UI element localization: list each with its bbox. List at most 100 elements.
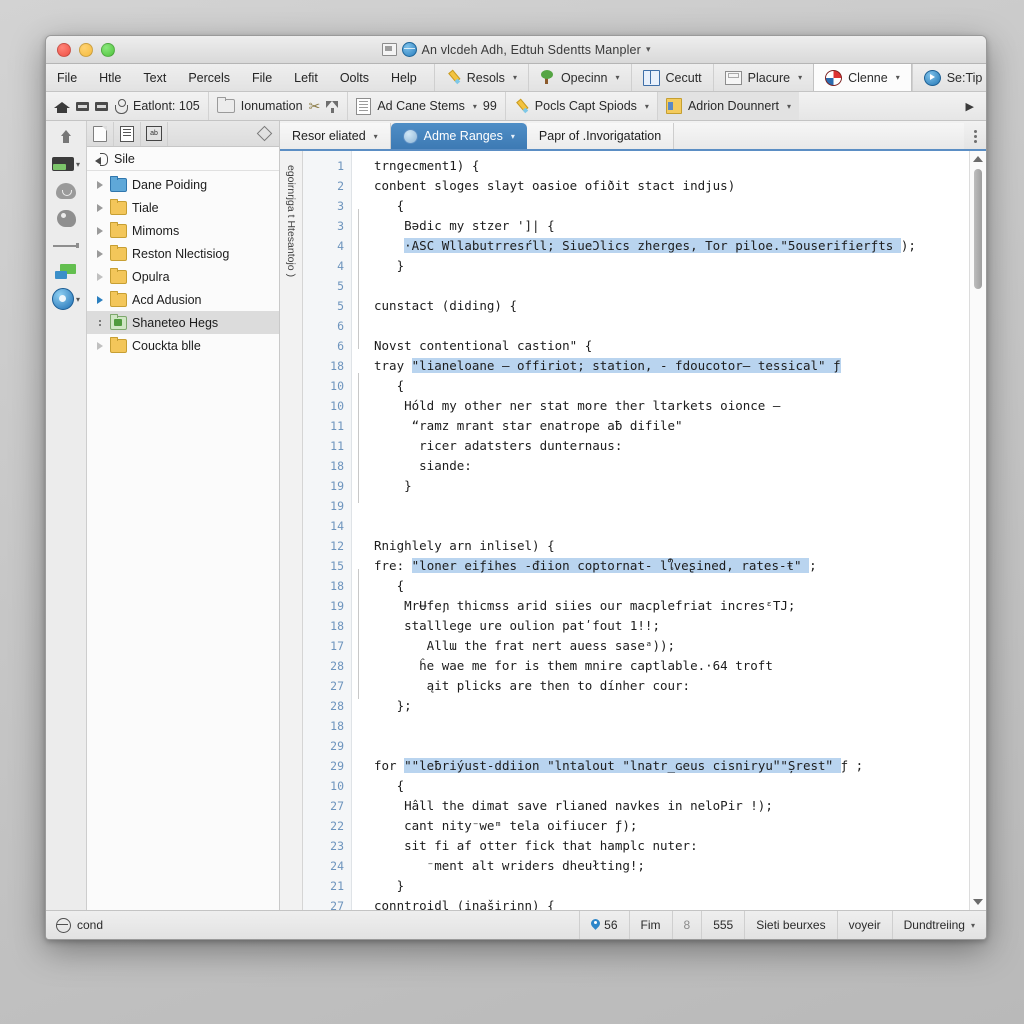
status-cell-count[interactable]: 8 (671, 911, 702, 939)
code-line[interactable]: siande: (366, 456, 969, 476)
tree-item-tiale[interactable]: Tiale (87, 196, 279, 219)
tree-item-mimoms[interactable]: Mimoms (87, 219, 279, 242)
ribbon-button-placure[interactable]: Placure ▾ (712, 64, 813, 91)
code-line[interactable]: { (366, 196, 969, 216)
folder-icon[interactable] (216, 97, 235, 113)
chevron-down-icon[interactable]: ▾ (76, 295, 80, 304)
sidebar-ab-button[interactable]: ab (141, 121, 168, 146)
code-line[interactable]: Bǝdic my stzer ']| { (366, 216, 969, 236)
chevron-right-icon[interactable] (95, 226, 105, 236)
code-editor-content[interactable]: trngecment1) {conbent sloges slayt oasio… (366, 151, 969, 910)
code-line[interactable]: }; (366, 696, 969, 716)
zoom-button[interactable] (101, 42, 115, 57)
menu-item-lefit[interactable]: Lefit (283, 64, 329, 91)
menu-item-help[interactable]: Help (380, 64, 428, 91)
sidebar-document-button[interactable] (87, 121, 114, 146)
chevron-down-icon[interactable]: ▾ (76, 160, 80, 169)
code-line[interactable]: { (366, 376, 969, 396)
chevron-right-icon[interactable] (95, 295, 105, 305)
chevron-right-icon[interactable] (95, 249, 105, 259)
chevron-right-icon[interactable] (95, 272, 105, 282)
status-cell-total[interactable]: 555 (701, 911, 744, 939)
code-line[interactable]: Novst contentional castion" { (366, 336, 969, 356)
chevron-right-icon[interactable] (95, 341, 105, 351)
code-line[interactable]: Hâll the dimat save rlianed navkes in ne… (366, 796, 969, 816)
tab-papr-of-invorigatation[interactable]: Papr of .Invorigatation (526, 123, 675, 149)
ribbon-button-setip[interactable]: Se:Tip (911, 64, 986, 91)
status-left-group[interactable]: cond (46, 911, 113, 939)
strip-item-cloud[interactable] (56, 181, 76, 201)
code-line[interactable]: trngecment1) { (366, 156, 969, 176)
minimize-button[interactable] (79, 42, 93, 57)
chevron-right-icon[interactable] (95, 203, 105, 213)
code-line[interactable]: Rnighlely arn inlisel) { (366, 536, 969, 556)
code-line[interactable]: } (366, 876, 969, 896)
code-line[interactable] (366, 276, 969, 296)
code-line[interactable]: sit fi af otter fick that hamplc nuter: (366, 836, 969, 856)
chevron-down-icon[interactable]: ▾ (645, 102, 649, 111)
status-cell-fim[interactable]: Fim (628, 911, 672, 939)
chevron-down-icon[interactable]: ▾ (971, 921, 975, 930)
code-line[interactable]: cunstact (diding) { (366, 296, 969, 316)
code-fold-column[interactable] (352, 151, 366, 910)
sidebar-list-button[interactable] (114, 121, 141, 146)
editor-vertical-scrollbar[interactable] (969, 151, 986, 910)
status-cell-position[interactable]: 56 (579, 911, 628, 939)
card-icon[interactable] (76, 101, 89, 111)
funnel-icon[interactable] (326, 100, 339, 113)
code-line[interactable]: tray "lianeloane — offiriot; station, - … (366, 356, 969, 376)
menu-item-text[interactable]: Text (132, 64, 177, 91)
tree-item-shaneteo-hegs[interactable]: Shaneteo Hegs (87, 311, 279, 334)
diamond-icon[interactable] (256, 125, 273, 142)
strip-item-screen[interactable] (55, 262, 77, 282)
ribbon-button-clenne[interactable]: Clenne ▾ (813, 64, 912, 91)
code-line[interactable]: for ""leƀriýust-ddiion "lntalout "lnatr_… (366, 756, 969, 776)
code-line[interactable]: “ramz mrant star enatrope aƀ difile" (366, 416, 969, 436)
tab-resor-eliated[interactable]: Resor eliated ▾ (280, 123, 391, 149)
code-line[interactable] (366, 736, 969, 756)
code-line[interactable]: ricer adatsters dunternaus: (366, 436, 969, 456)
dots-icon[interactable] (95, 318, 105, 328)
document-icon[interactable] (356, 97, 372, 115)
chevron-down-icon[interactable]: ▾ (787, 102, 791, 111)
tree-item-reston-nlectisiog[interactable]: Reston Nlectisiog (87, 242, 279, 265)
chevron-down-icon[interactable]: ▾ (511, 132, 515, 141)
code-line[interactable] (366, 316, 969, 336)
code-line[interactable]: MrɄfeɲ thicmss arid siies our macplefria… (366, 596, 969, 616)
ribbon-button-opecinn[interactable]: Opecinn ▾ (527, 64, 631, 91)
chevron-down-icon[interactable]: ▾ (473, 102, 477, 111)
menu-item-file[interactable]: File (46, 64, 88, 91)
menu-item-file-2[interactable]: File (241, 64, 283, 91)
status-cell-sieti-beurxes[interactable]: Sieti beurxes (744, 911, 836, 939)
scissors-icon[interactable]: ✂ (309, 99, 321, 113)
code-line[interactable]: ĥe wae me for is them mnire captlable.·6… (366, 656, 969, 676)
strip-item-line[interactable] (53, 235, 79, 255)
editor-vertical-rail[interactable]: egoirnrjga t Htesantojo ) (280, 151, 303, 910)
chevron-down-icon[interactable]: ▾ (374, 132, 378, 141)
menu-item-oolts[interactable]: Oolts (329, 64, 380, 91)
strip-item-card[interactable]: ▾ (51, 154, 80, 174)
code-line[interactable]: { (366, 576, 969, 596)
ribbon-button-resols[interactable]: Resols ▾ (433, 64, 528, 91)
tree-item-dane-poiding[interactable]: Dane Poiding (87, 173, 279, 196)
code-line[interactable]: ⁻ment alt wriders dheułting!; (366, 856, 969, 876)
home-icon[interactable] (54, 99, 70, 113)
scroll-down-arrow-icon[interactable] (973, 899, 983, 905)
code-line[interactable] (366, 516, 969, 536)
strip-item-blob[interactable] (56, 208, 76, 228)
tree-item-couckta-blle[interactable]: Couckta blle (87, 334, 279, 357)
code-line[interactable]: conntroidl (inaširinn) { (366, 896, 969, 910)
code-line[interactable]: } (366, 476, 969, 496)
tab-overflow-menu-icon[interactable] (964, 123, 986, 149)
chevron-right-icon[interactable] (95, 180, 105, 190)
code-line[interactable] (366, 716, 969, 736)
pencil-icon[interactable] (511, 95, 532, 116)
tree-item-acd-adusion[interactable]: Acd Adusion (87, 288, 279, 311)
code-line[interactable]: ąit plicks are then to dínher cour: (366, 676, 969, 696)
code-line[interactable]: Allɯ the frat nert auess saseᵃ)); (366, 636, 969, 656)
code-line[interactable]: Hóld my other ner stat more ther ltarket… (366, 396, 969, 416)
scroll-up-arrow-icon[interactable] (973, 156, 983, 162)
code-line[interactable]: { (366, 776, 969, 796)
menu-item-percels[interactable]: Percels (177, 64, 241, 91)
status-cell-voyeir[interactable]: voyeir (836, 911, 892, 939)
